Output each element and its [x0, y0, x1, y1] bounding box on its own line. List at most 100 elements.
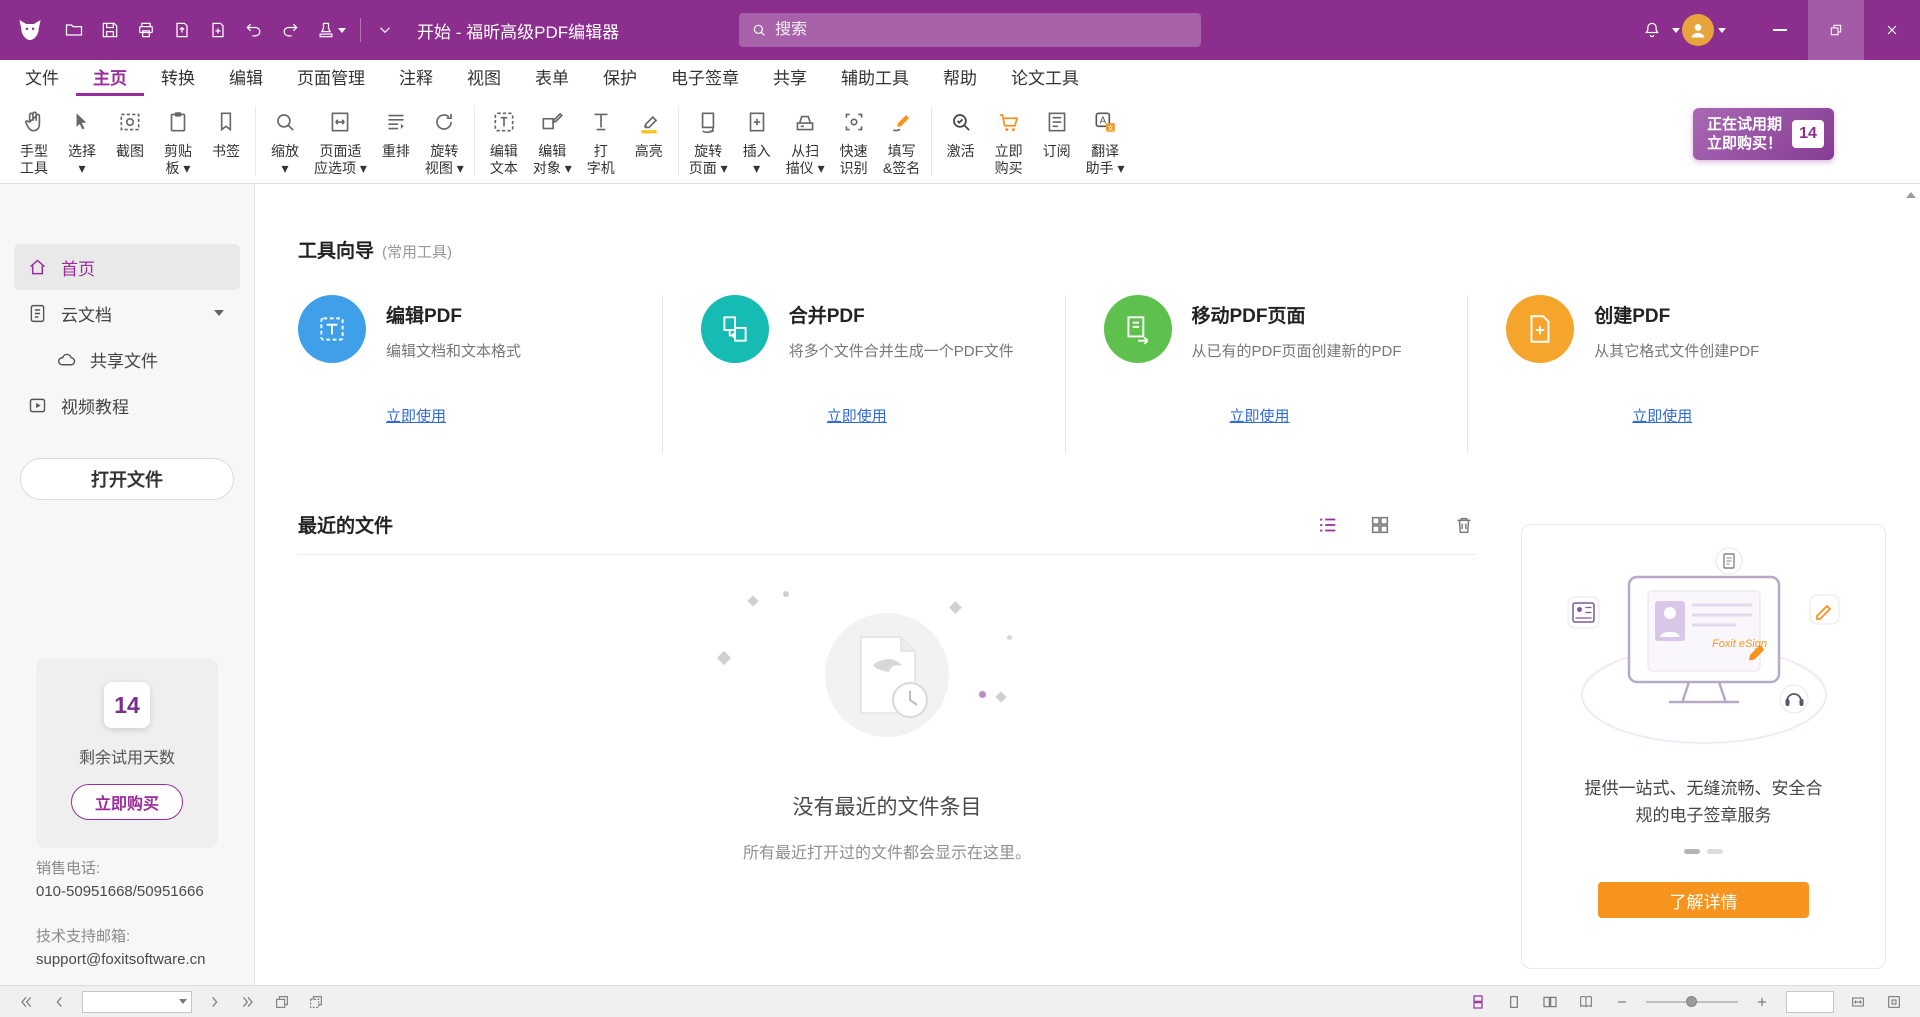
- card-merge-pdf: 合并PDF 将多个文件合并生成一个PDF文件 立即使用: [662, 295, 1065, 453]
- tool-subscribe[interactable]: 订阅: [1033, 102, 1081, 160]
- tool-from-scanner[interactable]: 从扫 描仪 ▾: [781, 102, 830, 177]
- zoom-slider-thumb[interactable]: [1686, 996, 1697, 1007]
- tool-zoom[interactable]: 缩放 ▾: [261, 102, 309, 177]
- sidebar-item-home[interactable]: 首页: [14, 244, 240, 290]
- single-page-view-button[interactable]: [1502, 990, 1526, 1014]
- use-now-link[interactable]: 立即使用: [827, 405, 887, 426]
- use-now-link[interactable]: 立即使用: [386, 405, 446, 426]
- zoom-in-button[interactable]: [1750, 990, 1774, 1014]
- export-pdf-button[interactable]: [164, 0, 200, 60]
- page-number-box[interactable]: [82, 991, 192, 1013]
- chevron-down-icon[interactable]: [214, 310, 224, 316]
- tool-rotate-pages[interactable]: 旋转 页面 ▾: [684, 102, 733, 177]
- buy-now-button[interactable]: 立即购买: [71, 784, 183, 820]
- tool-rotate-view[interactable]: 旋转 视图 ▾: [420, 102, 469, 177]
- search-input[interactable]: [775, 21, 1189, 39]
- facing-view-button[interactable]: [1538, 990, 1562, 1014]
- support-email-label: 技术支持邮箱:: [36, 925, 205, 948]
- tool-snapshot[interactable]: 截图: [106, 102, 154, 160]
- account-avatar[interactable]: [1680, 0, 1716, 60]
- first-page-button[interactable]: [14, 990, 38, 1014]
- fit-width-button[interactable]: [1846, 990, 1870, 1014]
- sidebar-item-video-tutorials[interactable]: 视频教程: [14, 382, 240, 428]
- book-view-button[interactable]: [1574, 990, 1598, 1014]
- tool-ocr[interactable]: 快速 识别: [830, 102, 878, 177]
- menu-page-management[interactable]: 页面管理: [280, 60, 382, 96]
- carousel-dot[interactable]: [1684, 849, 1700, 854]
- tool-select[interactable]: 选择 ▾: [58, 102, 106, 177]
- zoom-out-button[interactable]: [1610, 990, 1634, 1014]
- chevron-down-icon[interactable]: [1672, 28, 1680, 33]
- use-now-link[interactable]: 立即使用: [1632, 405, 1692, 426]
- chevron-down-icon[interactable]: [1718, 28, 1726, 33]
- tool-fill-sign[interactable]: 填写 &签名: [878, 102, 926, 177]
- sidebar-item-cloud-docs[interactable]: 云文档: [14, 290, 240, 336]
- tool-edit-object[interactable]: 编辑 对象 ▾: [528, 102, 577, 177]
- tool-page-fit[interactable]: 页面适 应选项 ▾: [309, 102, 372, 177]
- card-move-pdf-pages: 移动PDF页面 从已有的PDF页面创建新的PDF 立即使用: [1065, 295, 1468, 453]
- menu-edit[interactable]: 编辑: [212, 60, 280, 96]
- zoom-level-input[interactable]: [1787, 992, 1833, 1012]
- previous-page-button[interactable]: [48, 990, 72, 1014]
- print-button[interactable]: [128, 0, 164, 60]
- tool-translate-assistant[interactable]: A文 翻译 助手 ▾: [1081, 102, 1130, 177]
- restore-button[interactable]: [1808, 0, 1864, 60]
- continuous-view-button[interactable]: [1466, 990, 1490, 1014]
- carousel-dot[interactable]: [1707, 849, 1723, 854]
- tool-buy-now[interactable]: 立即 购买: [985, 102, 1033, 177]
- open-file-button-sidebar[interactable]: 打开文件: [20, 458, 234, 500]
- stamp-sign-button[interactable]: [308, 0, 354, 60]
- trial-buy-banner[interactable]: 正在试用期 立即购买！ 14: [1693, 108, 1834, 160]
- redo-button[interactable]: [272, 0, 308, 60]
- tool-hand[interactable]: 手型 工具: [10, 102, 58, 177]
- tool-reflow[interactable]: 重排: [372, 102, 420, 160]
- menu-esign[interactable]: 电子签章: [654, 60, 756, 96]
- menu-accessibility[interactable]: 辅助工具: [824, 60, 926, 96]
- page-number-input[interactable]: [87, 994, 179, 1009]
- scroll-up-icon[interactable]: [1906, 192, 1916, 198]
- clear-recent-button[interactable]: [1452, 513, 1476, 537]
- tool-label: 视图 ▾: [425, 160, 464, 177]
- trial-card: 14 剩余试用天数 立即购买: [36, 658, 218, 848]
- menu-home[interactable]: 主页: [76, 60, 144, 96]
- menu-paper-tools[interactable]: 论文工具: [994, 60, 1096, 96]
- open-file-button[interactable]: [56, 0, 92, 60]
- tool-bookmark[interactable]: 书签: [202, 102, 250, 160]
- minimize-button[interactable]: [1752, 0, 1808, 60]
- tool-clipboard[interactable]: 剪贴 板 ▾: [154, 102, 202, 177]
- menu-convert[interactable]: 转换: [144, 60, 212, 96]
- undo-button[interactable]: [236, 0, 272, 60]
- learn-more-button[interactable]: 了解详情: [1598, 882, 1809, 918]
- customize-toolbar-button[interactable]: [367, 0, 403, 60]
- menu-protect[interactable]: 保护: [586, 60, 654, 96]
- save-button[interactable]: [92, 0, 128, 60]
- snapshot-button[interactable]: [270, 990, 294, 1014]
- tool-typewriter[interactable]: 打 字机: [577, 102, 625, 177]
- list-view-button[interactable]: [1316, 513, 1340, 537]
- zoom-level-box[interactable]: [1786, 991, 1834, 1013]
- menu-comment[interactable]: 注释: [382, 60, 450, 96]
- chevron-down-icon[interactable]: [179, 999, 187, 1004]
- menu-share[interactable]: 共享: [756, 60, 824, 96]
- menu-view[interactable]: 视图: [450, 60, 518, 96]
- menu-form[interactable]: 表单: [518, 60, 586, 96]
- grid-view-button[interactable]: [1368, 513, 1392, 537]
- tool-edit-text[interactable]: 编辑 文本: [480, 102, 528, 177]
- fit-page-button[interactable]: [1882, 990, 1906, 1014]
- last-page-button[interactable]: [236, 990, 260, 1014]
- snapshot-alt-button[interactable]: [304, 990, 328, 1014]
- sidebar-item-shared-files[interactable]: 共享文件: [14, 336, 240, 382]
- tool-label: 页面适: [319, 143, 361, 160]
- create-pdf-button[interactable]: [200, 0, 236, 60]
- use-now-link[interactable]: 立即使用: [1230, 405, 1290, 426]
- menu-file[interactable]: 文件: [8, 60, 76, 96]
- tool-highlight[interactable]: 高亮: [625, 102, 673, 160]
- menu-help[interactable]: 帮助: [926, 60, 994, 96]
- next-page-button[interactable]: [202, 990, 226, 1014]
- notifications-button[interactable]: [1634, 0, 1670, 60]
- zoom-slider[interactable]: [1646, 1001, 1738, 1003]
- close-button[interactable]: [1864, 0, 1920, 60]
- search-box[interactable]: [739, 13, 1201, 47]
- tool-activate[interactable]: 激活: [937, 102, 985, 160]
- tool-insert-pages[interactable]: 插入 ▾: [733, 102, 781, 177]
